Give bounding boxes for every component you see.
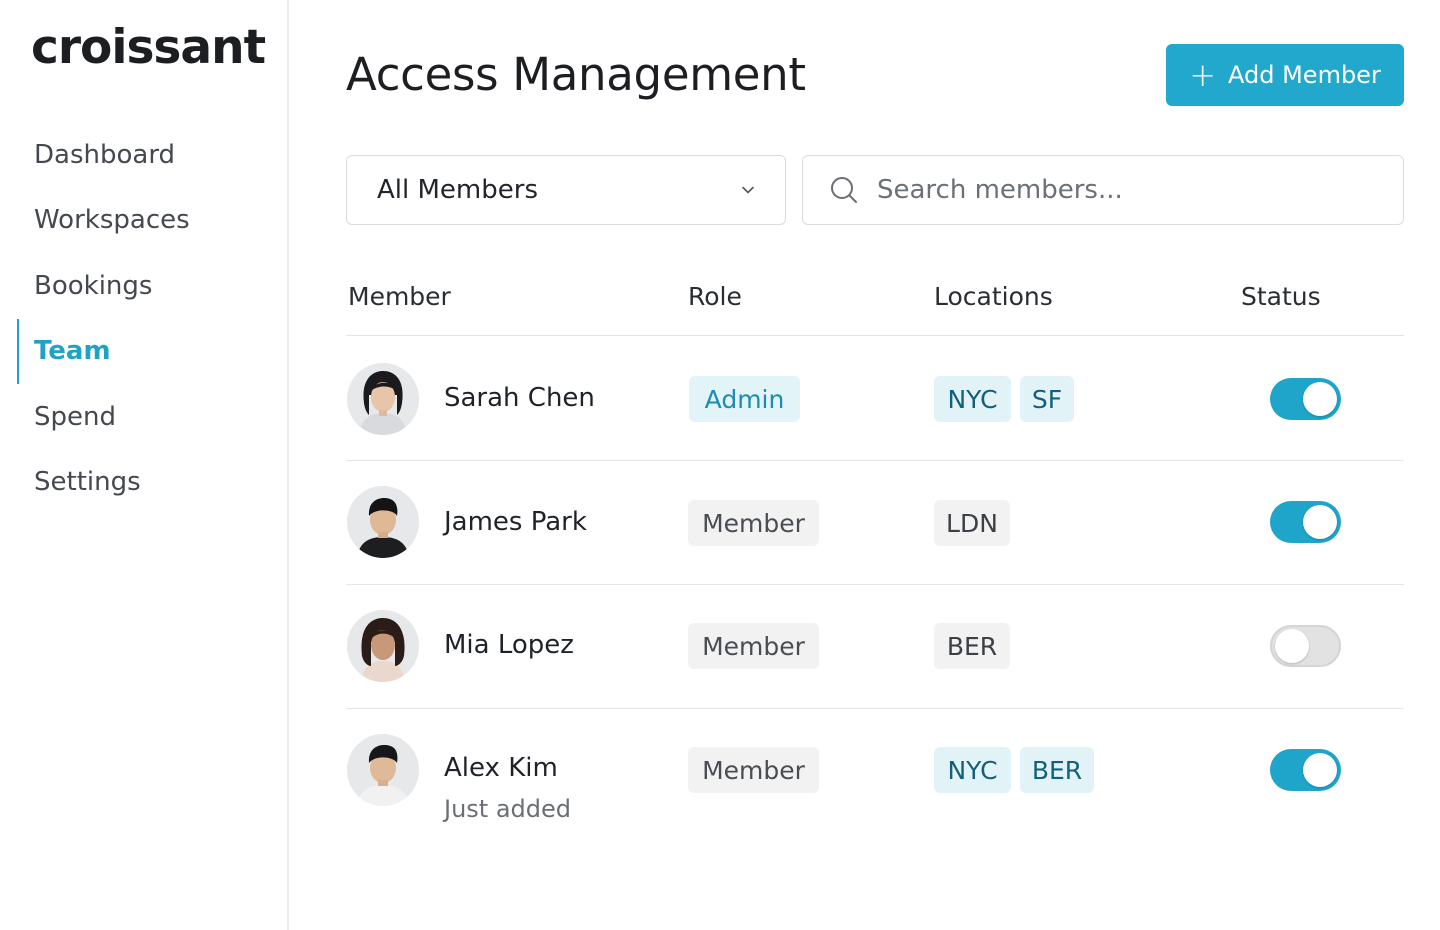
sidebar-item-bookings[interactable]: Bookings <box>0 253 287 319</box>
toggle-knob <box>1303 382 1337 416</box>
location-chip: BER <box>1020 747 1094 793</box>
location-chip: NYC <box>934 747 1011 793</box>
member-name: Sarah Chen <box>444 383 595 413</box>
toggle-knob <box>1275 629 1309 663</box>
location-chip: NYC <box>934 376 1011 422</box>
status-toggle[interactable] <box>1270 749 1341 791</box>
column-header-status[interactable]: Status <box>1241 282 1321 311</box>
member-subtitle: Just added <box>444 795 572 823</box>
table-row: Sarah Chen Admin NYC SF <box>346 337 1404 461</box>
search-box <box>802 155 1404 225</box>
sidebar-item-settings[interactable]: Settings <box>0 450 287 516</box>
avatar <box>347 610 419 682</box>
role-badge: Member <box>688 747 819 793</box>
sidebar-item-dashboard[interactable]: Dashboard <box>0 122 287 188</box>
status-toggle[interactable] <box>1270 625 1341 667</box>
table-row: Alex Kim Just added Member NYC BER <box>346 709 1404 833</box>
table-row: Mia Lopez Member BER <box>346 585 1404 709</box>
location-chip: SF <box>1020 376 1074 422</box>
toggle-knob <box>1303 505 1337 539</box>
search-icon <box>831 177 857 203</box>
member-filter-dropdown[interactable]: All Members <box>346 155 786 225</box>
sidebar-item-team[interactable]: Team <box>0 318 287 385</box>
column-header-locations[interactable]: Locations <box>934 282 1053 311</box>
add-member-button[interactable]: + Add Member <box>1166 44 1404 106</box>
role-badge: Member <box>688 623 819 669</box>
sidebar-item-workspaces[interactable]: Workspaces <box>0 188 287 254</box>
page-title: Access Management <box>346 48 806 101</box>
role-badge: Admin <box>689 376 800 422</box>
member-name: Mia Lopez <box>444 630 574 660</box>
status-toggle[interactable] <box>1270 501 1341 543</box>
avatar <box>347 486 419 558</box>
location-chip: BER <box>934 623 1010 669</box>
search-input[interactable] <box>877 175 1377 205</box>
member-name: James Park <box>444 507 587 537</box>
sidebar-item-spend[interactable]: Spend <box>0 384 287 450</box>
member-name: Alex Kim <box>444 753 558 783</box>
member-filter-value: All Members <box>377 175 538 205</box>
role-badge: Member <box>688 500 819 546</box>
avatar <box>347 363 419 435</box>
toggle-knob <box>1303 753 1337 787</box>
app-logo[interactable]: croissant <box>31 20 266 75</box>
sidebar-nav: Dashboard Workspaces Bookings Team Spend… <box>0 122 287 515</box>
sidebar: croissant Dashboard Workspaces Bookings … <box>0 0 289 930</box>
location-chip: LDN <box>934 500 1010 546</box>
chevron-down-icon <box>742 186 754 194</box>
column-header-member[interactable]: Member <box>348 282 451 311</box>
table-header: Member Role Locations Status <box>346 270 1404 336</box>
table-row: James Park Member LDN <box>346 461 1404 585</box>
main-content: Access Management + Add Member All Membe… <box>346 0 1404 930</box>
avatar <box>347 734 419 806</box>
add-member-label: Add Member <box>1228 61 1381 89</box>
status-toggle[interactable] <box>1270 378 1341 420</box>
column-header-role[interactable]: Role <box>688 282 742 311</box>
plus-icon: + <box>1189 56 1216 94</box>
